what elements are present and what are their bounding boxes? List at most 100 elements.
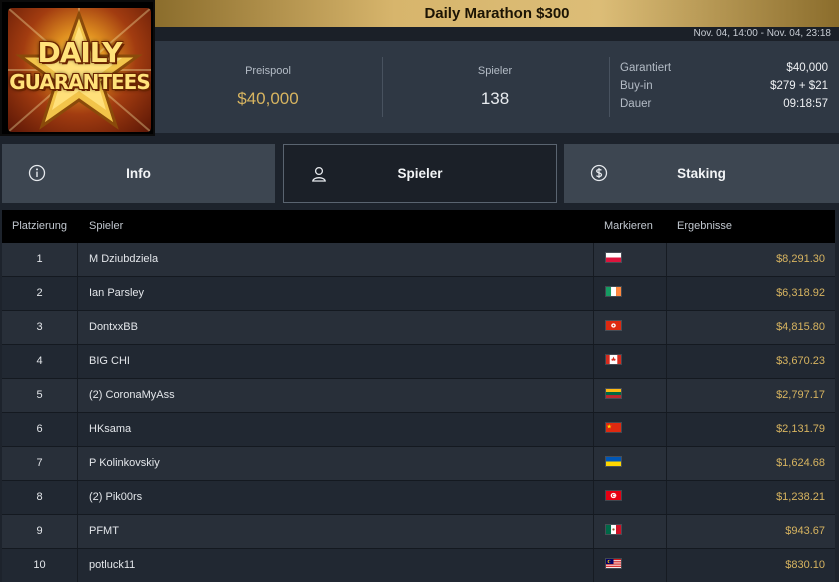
row-result: $830.10 — [785, 559, 825, 571]
row-rank: 4 — [2, 345, 78, 378]
row-flag-cell — [593, 243, 667, 276]
tab-spieler-label: Spieler — [397, 166, 443, 181]
ukraine-flag-icon — [605, 456, 622, 467]
prize-pool-label: Preispool — [245, 65, 291, 77]
row-result: $1,624.68 — [776, 457, 825, 469]
table-row[interactable]: 6 HKsama $2,131.79 — [2, 413, 835, 447]
players-label: Spieler — [477, 65, 513, 77]
table-row[interactable]: 9 PFMT $943.67 — [2, 515, 835, 549]
tournament-title: Daily Marathon $300 — [424, 5, 570, 22]
china-flag-icon — [605, 422, 622, 433]
row-flag-cell — [593, 515, 667, 548]
row-player-name[interactable]: Ian Parsley — [89, 277, 144, 310]
row-result: $8,291.30 — [776, 253, 825, 265]
row-rank: 8 — [2, 481, 78, 514]
hong-kong-flag-icon — [605, 320, 622, 331]
row-player-name[interactable]: PFMT — [89, 515, 119, 548]
logo-line-1: DAILY — [37, 36, 122, 69]
date-strip: Nov. 04, 14:00 - Nov. 04, 23:18 — [155, 27, 839, 41]
info-icon — [28, 164, 46, 182]
tab-info[interactable]: Info — [2, 144, 275, 203]
tournament-details: Garantiert $40,000 Buy-in $279 + $21 Dau… — [620, 62, 828, 116]
table-header: Platzierung Spieler Markieren Ergebnisse — [2, 210, 835, 243]
row-player-name[interactable]: M Dziubdziela — [89, 243, 158, 276]
row-player-name[interactable]: BIG CHI — [89, 345, 130, 378]
row-rank: 5 — [2, 379, 78, 412]
row-rank: 1 — [2, 243, 78, 276]
lithuania-flag-icon — [605, 388, 622, 399]
table-row[interactable]: 1 M Dziubdziela $8,291.30 — [2, 243, 835, 277]
duration-row: Dauer 09:18:57 — [620, 98, 828, 116]
tournament-title-bar: Daily Marathon $300 — [155, 0, 839, 27]
row-rank: 3 — [2, 311, 78, 344]
row-player-name[interactable]: (2) Pik00rs — [89, 481, 142, 514]
table-row[interactable]: 5 (2) CoronaMyAss $2,797.17 — [2, 379, 835, 413]
dollar-coin-icon — [590, 164, 608, 182]
ireland-flag-icon — [605, 286, 622, 297]
row-result: $4,815.80 — [776, 321, 825, 333]
user-icon — [312, 166, 326, 182]
prize-pool-stat: Preispool $40,000 — [155, 41, 381, 133]
lobby-tabs: Info Spieler Staking — [0, 144, 839, 203]
tab-spieler[interactable]: Spieler — [283, 144, 557, 203]
row-flag-cell — [593, 549, 667, 582]
duration-value: 09:18:57 — [783, 98, 828, 110]
guaranteed-value: $40,000 — [786, 62, 828, 74]
row-result: $3,670.23 — [776, 355, 825, 367]
row-rank: 6 — [2, 413, 78, 446]
tab-info-label: Info — [126, 166, 151, 181]
row-result: $1,238.21 — [776, 491, 825, 503]
row-flag-cell — [593, 277, 667, 310]
tab-staking-label: Staking — [677, 166, 726, 181]
buyin-value: $279 + $21 — [770, 80, 828, 92]
row-player-name[interactable]: P Kolinkovskiy — [89, 447, 160, 480]
table-row[interactable]: 3 DontxxBB $4,815.80 — [2, 311, 835, 345]
row-flag-cell — [593, 379, 667, 412]
buyin-row: Buy-in $279 + $21 — [620, 80, 828, 98]
header-result[interactable]: Ergebnisse — [677, 220, 732, 232]
row-result: $6,318.92 — [776, 287, 825, 299]
header-rank[interactable]: Platzierung — [12, 220, 67, 232]
buyin-label: Buy-in — [620, 80, 653, 92]
row-rank: 9 — [2, 515, 78, 548]
row-result: $943.67 — [785, 525, 825, 537]
table-row[interactable]: 7 P Kolinkovskiy $1,624.68 — [2, 447, 835, 481]
row-player-name[interactable]: (2) CoronaMyAss — [89, 379, 175, 412]
guaranteed-label: Garantiert — [620, 62, 672, 74]
row-rank: 2 — [2, 277, 78, 310]
row-player-name[interactable]: potluck11 — [89, 549, 135, 582]
table-row[interactable]: 4 BIG CHI $3,670.23 — [2, 345, 835, 379]
logo-line-2: GUARANTEES — [9, 70, 151, 94]
tournament-stats: Preispool $40,000 Spieler 138 Garantiert… — [155, 41, 839, 133]
players-stat: Spieler 138 — [383, 41, 607, 133]
players-value: 138 — [480, 89, 510, 108]
tab-staking[interactable]: Staking — [564, 144, 839, 203]
header-player[interactable]: Spieler — [89, 220, 123, 232]
row-flag-cell — [593, 311, 667, 344]
row-flag-cell — [593, 345, 667, 378]
poland-flag-icon — [605, 252, 622, 263]
row-result: $2,797.17 — [776, 389, 825, 401]
tournament-date-range: Nov. 04, 14:00 - Nov. 04, 23:18 — [693, 28, 832, 39]
row-player-name[interactable]: HKsama — [89, 413, 131, 446]
mexico-flag-icon — [605, 524, 622, 535]
table-row[interactable]: 8 (2) Pik00rs $1,238.21 — [2, 481, 835, 515]
tunisia-flag-icon — [605, 490, 622, 501]
table-row[interactable]: 2 Ian Parsley $6,318.92 — [2, 277, 835, 311]
row-rank: 10 — [2, 549, 78, 582]
daily-guarantees-logo: DAILY GUARANTEES — [0, 0, 155, 136]
row-flag-cell — [593, 481, 667, 514]
guaranteed-row: Garantiert $40,000 — [620, 62, 828, 80]
row-player-name[interactable]: DontxxBB — [89, 311, 138, 344]
malaysia-flag-icon — [605, 558, 622, 569]
results-table: Platzierung Spieler Markieren Ergebnisse… — [2, 210, 835, 582]
prize-pool-value: $40,000 — [237, 89, 299, 108]
row-flag-cell — [593, 413, 667, 446]
tournament-lobby: DAILY GUARANTEES Daily Marathon $300 Nov… — [0, 0, 839, 582]
duration-label: Dauer — [620, 98, 652, 110]
table-body: 1 M Dziubdziela $8,291.30 2 Ian Parsley $6,31… — [2, 243, 835, 582]
stats-divider — [609, 57, 610, 117]
header-flag[interactable]: Markieren — [604, 220, 653, 232]
row-flag-cell — [593, 447, 667, 480]
table-row[interactable]: 10 potluck11 $830.10 — [2, 549, 835, 582]
